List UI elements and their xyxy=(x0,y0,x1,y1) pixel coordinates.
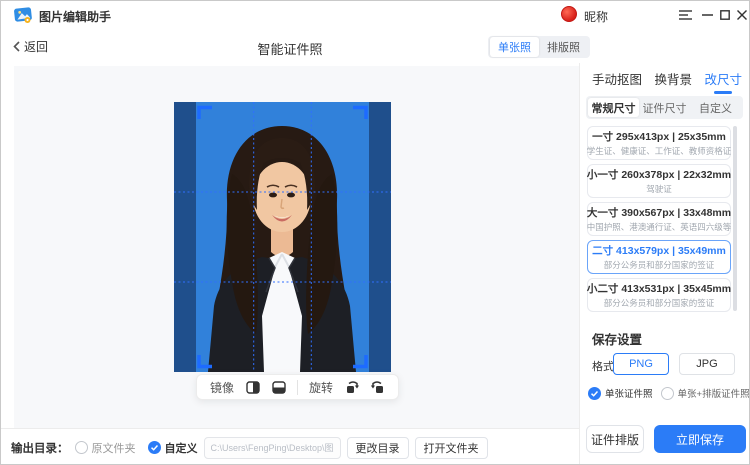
user-nickname: 昵称 xyxy=(584,8,608,25)
id-photo-crop-area[interactable] xyxy=(174,102,391,372)
tab-change-background[interactable]: 换背景 xyxy=(654,69,692,94)
size-title: 一寸 295x413px | 25x35mm xyxy=(592,129,726,144)
custom-folder-label: 自定义 xyxy=(165,440,198,456)
tab-manual-cutout[interactable]: 手动抠图 xyxy=(592,69,642,94)
size-option-small-2inch[interactable]: 小二寸 413x531px | 35x45mm 部分公务员和部分国家的签证 xyxy=(587,278,731,312)
tab-regular-size[interactable]: 常规尺寸 xyxy=(588,98,639,117)
rotate-label: 旋转 xyxy=(309,379,333,396)
single-plus-layout-label[interactable]: 单张+排版证件照 xyxy=(678,386,750,400)
menu-icon[interactable] xyxy=(677,7,693,23)
size-subtitle: 驾驶证 xyxy=(646,183,672,195)
sidebar: 手动抠图 换背景 改尺寸 常规尺寸 证件尺寸 自定义 一寸 295x413px … xyxy=(579,63,750,465)
size-option-1inch[interactable]: 一寸 295x413px | 25x35mm 学生证、健康证、工作证、教师资格证 xyxy=(587,126,731,160)
size-option-small-1inch[interactable]: 小一寸 260x378px | 22x32mm 驾驶证 xyxy=(587,164,731,198)
tab-layout-photo[interactable]: 排版照 xyxy=(539,37,588,57)
custom-folder-checkbox[interactable] xyxy=(148,441,161,454)
size-title: 小二寸 413x531px | 35x45mm xyxy=(587,281,731,296)
change-directory-button[interactable]: 更改目录 xyxy=(347,437,409,459)
user-avatar[interactable] xyxy=(561,6,577,22)
size-option-large-1inch[interactable]: 大一寸 390x567px | 33x48mm 中国护照、港澳通行证、英语四六级… xyxy=(587,202,731,236)
original-folder-option[interactable]: 原文件夹 xyxy=(75,440,136,456)
save-options-row: 单张证件照 单张+排版证件照 xyxy=(588,386,748,400)
tab-resize[interactable]: 改尺寸 xyxy=(704,69,742,94)
size-title: 大一寸 390x567px | 33x48mm xyxy=(587,205,731,220)
sidebar-tabs: 手动抠图 换背景 改尺寸 xyxy=(592,69,742,94)
format-png-button[interactable]: PNG xyxy=(613,353,669,375)
maximize-icon[interactable] xyxy=(717,7,733,23)
output-path-input[interactable] xyxy=(204,437,341,459)
toolbar-divider xyxy=(297,380,298,395)
size-category-tabs: 常规尺寸 证件尺寸 自定义 xyxy=(586,96,743,119)
close-icon[interactable] xyxy=(734,7,750,23)
titlebar: 图片编辑助手 昵称 xyxy=(1,1,750,29)
size-title: 小一寸 260x378px | 22x32mm xyxy=(587,167,731,182)
original-folder-radio[interactable] xyxy=(75,441,88,454)
output-directory-label: 输出目录： xyxy=(11,440,69,456)
back-label: 返回 xyxy=(24,38,48,55)
minimize-icon[interactable] xyxy=(699,7,715,23)
size-subtitle: 部分公务员和部分国家的签证 xyxy=(604,297,715,309)
size-subtitle: 中国护照、港澳通行证、英语四六级等 xyxy=(587,221,732,233)
tab-id-size[interactable]: 证件尺寸 xyxy=(639,98,690,117)
photo-toolbar: 镜像 旋转 xyxy=(196,374,399,400)
single-plus-layout-radio[interactable] xyxy=(661,387,674,400)
tab-single-photo[interactable]: 单张照 xyxy=(490,37,539,57)
flip-vertical-icon[interactable] xyxy=(271,380,286,395)
save-now-button[interactable]: 立即保存 xyxy=(654,425,746,453)
size-option-2inch[interactable]: 二寸 413x579px | 35x49mm 部分公务员和部分国家的签证 xyxy=(587,240,731,274)
rotate-left-icon[interactable] xyxy=(344,380,359,395)
format-jpg-button[interactable]: JPG xyxy=(679,353,735,375)
save-settings-heading: 保存设置 xyxy=(592,329,642,348)
flip-horizontal-icon[interactable] xyxy=(245,380,260,395)
tab-custom-size[interactable]: 自定义 xyxy=(690,98,741,117)
rotate-right-icon[interactable] xyxy=(370,380,385,395)
photo-mode-toggle: 单张照 排版照 xyxy=(488,36,590,58)
original-folder-label: 原文件夹 xyxy=(92,440,136,456)
size-subtitle: 部分公务员和部分国家的签证 xyxy=(604,259,715,271)
single-photo-label[interactable]: 单张证件照 xyxy=(605,386,653,400)
size-subtitle: 学生证、健康证、工作证、教师资格证 xyxy=(587,145,732,157)
open-folder-button[interactable]: 打开文件夹 xyxy=(415,437,488,459)
id-layout-button[interactable]: 证件排版 xyxy=(586,425,644,453)
app-window: 图片编辑助手 昵称 智能证件照 返回 单张照 排版照 xyxy=(0,0,750,465)
size-title: 二寸 413x579px | 35x49mm xyxy=(592,243,726,258)
editor-canvas: 镜像 旋转 xyxy=(14,66,579,428)
app-title: 图片编辑助手 xyxy=(39,8,111,25)
size-list-scrollbar[interactable] xyxy=(733,126,737,311)
custom-folder-option[interactable]: 自定义 xyxy=(148,440,198,456)
page-header: 智能证件照 返回 单张照 排版照 xyxy=(1,29,579,63)
mirror-label: 镜像 xyxy=(210,379,234,396)
chevron-left-icon xyxy=(13,41,20,52)
app-logo-icon xyxy=(14,6,33,24)
output-directory-bar: 输出目录： 原文件夹 自定义 更改目录 打开文件夹 xyxy=(1,428,579,465)
back-button[interactable]: 返回 xyxy=(13,38,48,55)
single-photo-checkbox[interactable] xyxy=(588,387,601,400)
